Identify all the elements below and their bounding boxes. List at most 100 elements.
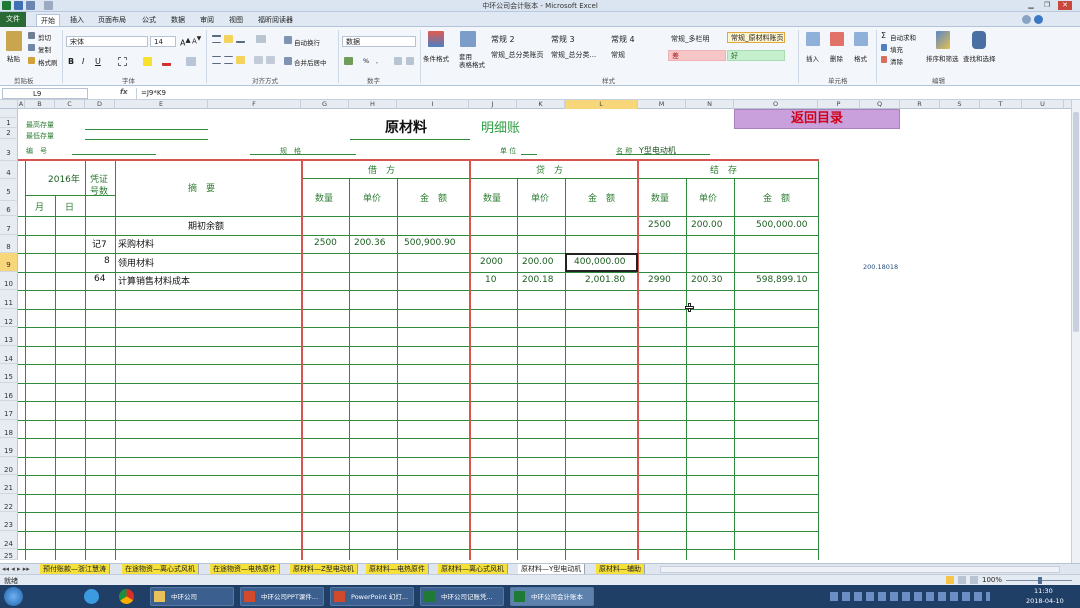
col-header[interactable]: T bbox=[980, 100, 1022, 109]
row-header[interactable]: 20 bbox=[0, 457, 18, 475]
insert-cells-button[interactable]: 插入 bbox=[806, 53, 819, 63]
find-select-icon[interactable] bbox=[972, 31, 986, 49]
grow-font-icon[interactable]: A▲ bbox=[180, 36, 191, 48]
comma-icon[interactable]: , bbox=[376, 57, 378, 65]
format-cells-button[interactable]: 格式 bbox=[854, 53, 867, 63]
currency-icon[interactable] bbox=[344, 57, 353, 65]
col-header[interactable]: P bbox=[818, 100, 860, 109]
style-normal-2[interactable]: 常规 2 bbox=[488, 34, 546, 45]
clear-icon[interactable] bbox=[881, 56, 887, 63]
col-header[interactable]: I bbox=[397, 100, 469, 109]
merge-center-icon[interactable] bbox=[284, 57, 292, 65]
row-header[interactable]: 1 bbox=[0, 118, 18, 128]
cut-icon[interactable] bbox=[28, 32, 35, 39]
style-normal[interactable]: 常规 bbox=[608, 50, 666, 61]
format-painter-button[interactable]: 格式刷 bbox=[38, 57, 58, 67]
table-format-button[interactable]: 套用 表格格式 bbox=[459, 53, 485, 69]
col-header-selected[interactable]: L bbox=[565, 100, 638, 109]
zoom-level[interactable]: 100% bbox=[982, 576, 1002, 584]
underline-button[interactable]: U bbox=[95, 57, 101, 66]
percent-icon[interactable]: % bbox=[363, 57, 369, 65]
font-color-icon[interactable] bbox=[162, 57, 171, 66]
increase-indent-icon[interactable] bbox=[266, 56, 275, 64]
normal-view-icon[interactable] bbox=[946, 576, 954, 584]
paste-icon[interactable] bbox=[6, 31, 22, 51]
row-header[interactable]: 4 bbox=[0, 161, 18, 179]
style-general-ledger-2[interactable]: 常规_总分类... bbox=[548, 50, 606, 61]
back-to-index-button[interactable]: 返回目录 bbox=[734, 109, 900, 129]
style-bad[interactable]: 差 bbox=[668, 50, 726, 61]
align-right-icon[interactable] bbox=[236, 56, 245, 64]
font-size-select[interactable]: 14 bbox=[150, 36, 176, 47]
col-header[interactable]: J bbox=[469, 100, 517, 109]
wrap-text-icon[interactable] bbox=[284, 36, 292, 44]
system-tray-icons[interactable] bbox=[830, 592, 990, 601]
find-select-button[interactable]: 查找和选择 bbox=[963, 53, 996, 63]
collapse-ribbon-icon[interactable] bbox=[1022, 15, 1031, 24]
row-header[interactable]: 2 bbox=[0, 128, 18, 139]
col-header[interactable]: Q bbox=[860, 100, 900, 109]
start-button-icon[interactable] bbox=[4, 587, 23, 606]
worksheet[interactable]: 最高存量 最低存量 编 号 原材料 明细账 规 格 单 位 名 称 Y型电动机 … bbox=[18, 109, 1070, 560]
row-header[interactable]: 14 bbox=[0, 346, 18, 364]
cut-button[interactable]: 剪切 bbox=[38, 32, 51, 42]
row-header[interactable]: 10 bbox=[0, 272, 18, 290]
fill-button[interactable]: 填充 bbox=[890, 44, 903, 54]
format-painter-icon[interactable] bbox=[28, 57, 35, 64]
col-header[interactable]: A bbox=[18, 100, 25, 109]
row-header[interactable]: 16 bbox=[0, 383, 18, 401]
page-layout-icon[interactable] bbox=[958, 576, 966, 584]
format-cells-icon[interactable] bbox=[854, 32, 868, 46]
row-header[interactable]: 5 bbox=[0, 179, 18, 201]
clear-button[interactable]: 清除 bbox=[890, 56, 903, 66]
style-good[interactable]: 好 bbox=[727, 50, 785, 61]
style-multicolumn[interactable]: 常规_多栏明 bbox=[668, 34, 726, 45]
style-normal-4[interactable]: 常规 4 bbox=[608, 34, 666, 45]
tab-insert[interactable]: 插入 bbox=[66, 14, 88, 26]
row-header[interactable]: 3 bbox=[0, 139, 18, 161]
zoom-slider-thumb[interactable] bbox=[1038, 577, 1042, 584]
delete-cells-button[interactable]: 删除 bbox=[830, 53, 843, 63]
select-all-corner[interactable] bbox=[0, 100, 18, 109]
copy-icon[interactable] bbox=[28, 44, 35, 51]
fill-icon[interactable] bbox=[881, 44, 887, 51]
col-header[interactable]: E bbox=[115, 100, 208, 109]
row-header[interactable]: 7 bbox=[0, 216, 18, 235]
increase-decimal-icon[interactable] bbox=[394, 57, 402, 65]
col-header[interactable]: H bbox=[349, 100, 397, 109]
style-general-ledger[interactable]: 常规_总分类账页 bbox=[488, 50, 546, 61]
align-top-icon[interactable] bbox=[212, 35, 221, 43]
col-header[interactable]: B bbox=[25, 100, 55, 109]
align-center-icon[interactable] bbox=[224, 56, 233, 64]
delete-cells-icon[interactable] bbox=[830, 32, 844, 46]
insert-function-icon[interactable]: fx bbox=[120, 88, 128, 96]
tab-page-layout[interactable]: 页面布局 bbox=[94, 14, 130, 26]
scroll-thumb[interactable] bbox=[1073, 112, 1079, 332]
row-header[interactable]: 6 bbox=[0, 201, 18, 216]
autosum-icon[interactable]: Σ bbox=[881, 31, 886, 40]
formula-input[interactable]: =J9*K9 bbox=[136, 88, 1072, 99]
tab-data[interactable]: 数据 bbox=[167, 14, 189, 26]
row-header[interactable]: 21 bbox=[0, 475, 18, 494]
copy-button[interactable]: 复制 bbox=[38, 44, 51, 54]
conditional-format-icon[interactable] bbox=[428, 31, 444, 47]
italic-button[interactable]: I bbox=[82, 57, 84, 66]
col-header[interactable]: N bbox=[686, 100, 734, 109]
row-header[interactable]: 22 bbox=[0, 494, 18, 512]
col-header[interactable]: G bbox=[301, 100, 349, 109]
page-break-icon[interactable] bbox=[970, 576, 978, 584]
horizontal-scrollbar[interactable] bbox=[660, 566, 1060, 573]
close-button[interactable]: ✕ bbox=[1058, 1, 1072, 10]
border-icon[interactable] bbox=[118, 57, 127, 66]
col-header[interactable]: D bbox=[85, 100, 115, 109]
shrink-font-icon[interactable]: A▼ bbox=[192, 36, 201, 45]
paste-button[interactable]: 粘贴 bbox=[7, 53, 20, 63]
row-header[interactable]: 13 bbox=[0, 327, 18, 346]
row-header[interactable]: 25 bbox=[0, 549, 18, 560]
conditional-format-button[interactable]: 条件格式 bbox=[423, 53, 449, 63]
sheet-nav-arrows[interactable]: ◂◂ ◂ ▸ ▸▸ bbox=[2, 565, 30, 573]
row-header[interactable]: 23 bbox=[0, 512, 18, 531]
font-name-select[interactable]: 宋体 bbox=[66, 36, 148, 47]
row-header[interactable]: 8 bbox=[0, 235, 18, 253]
col-header[interactable]: F bbox=[208, 100, 301, 109]
